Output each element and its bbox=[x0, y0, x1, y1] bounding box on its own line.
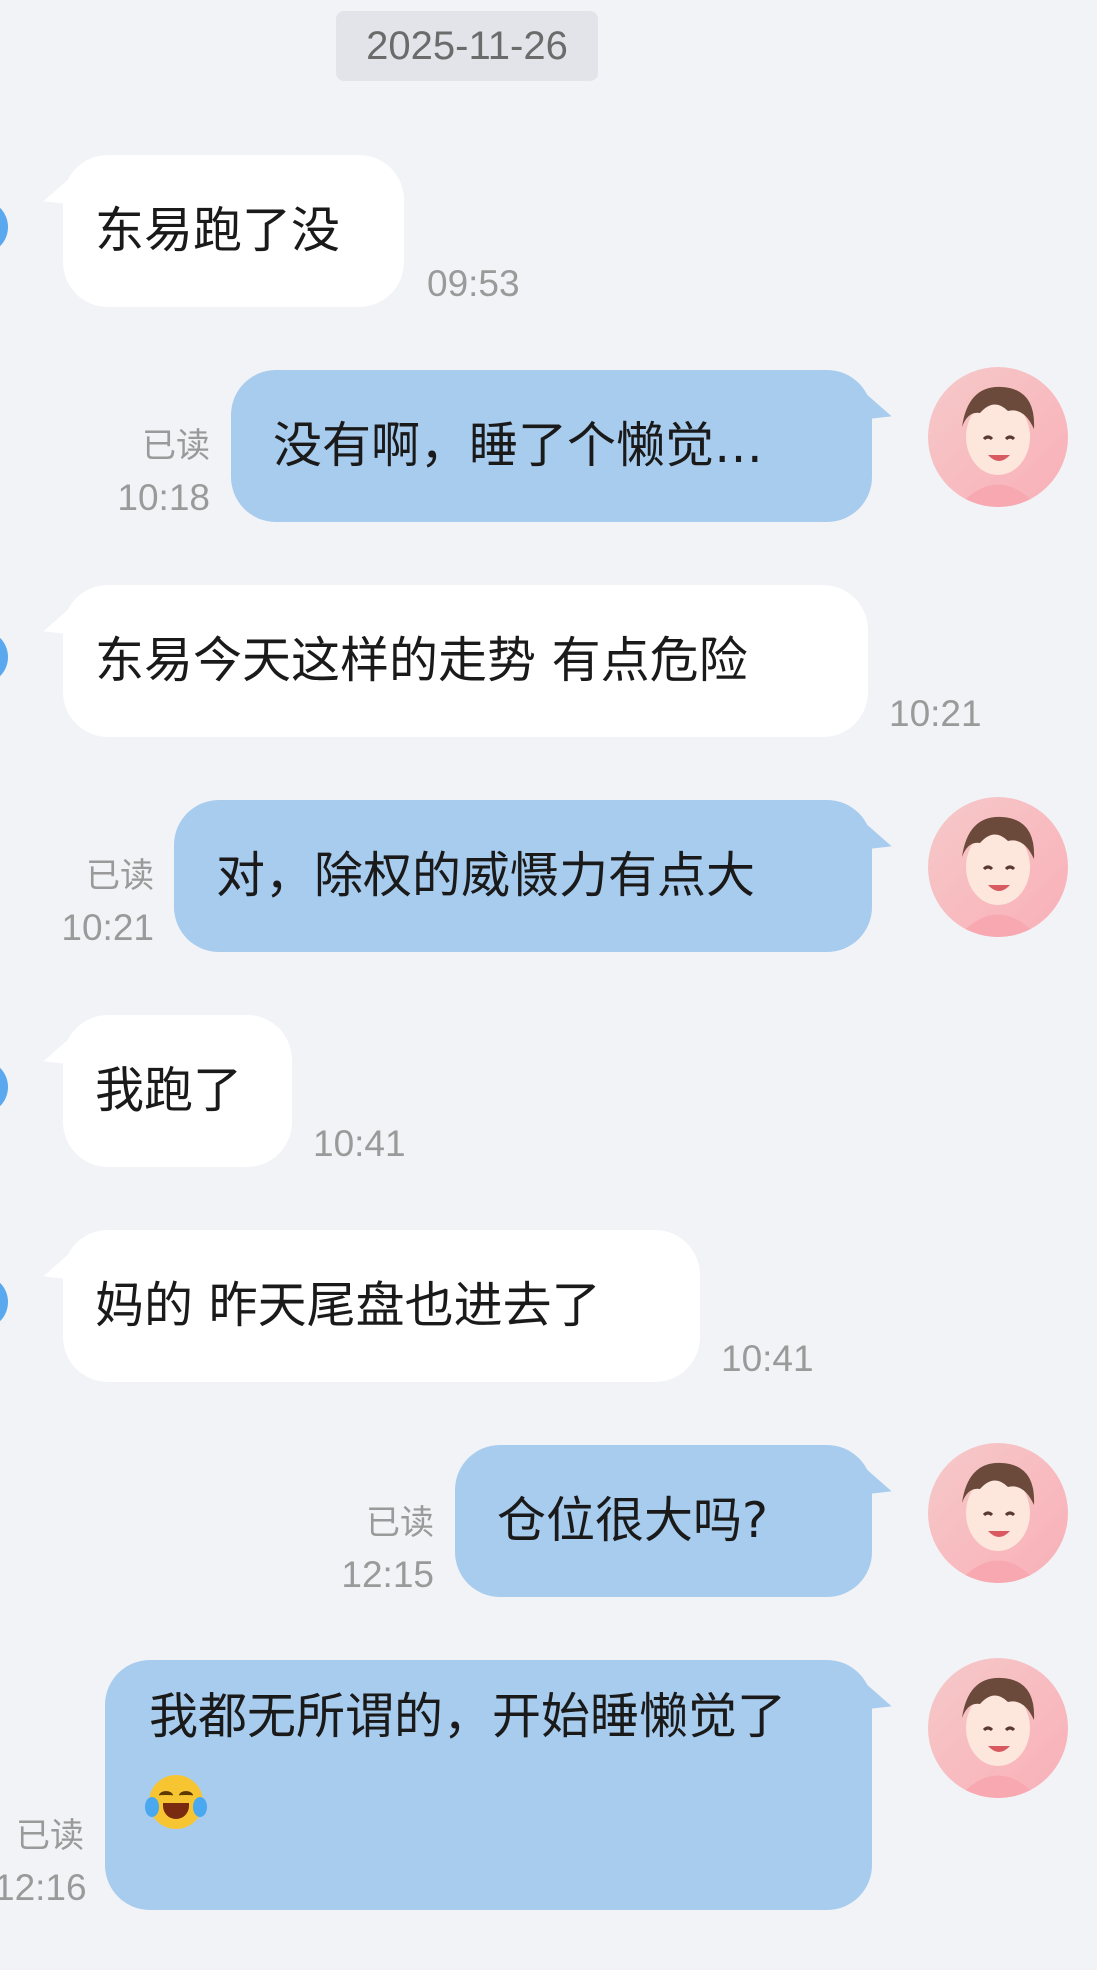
message-bubble-outgoing[interactable]: 我都无所谓的，开始睡懒觉了 bbox=[105, 1660, 872, 1910]
user-avatar[interactable] bbox=[928, 1443, 1068, 1583]
message-time: 12:15 bbox=[341, 1554, 434, 1595]
message-text: 没有啊，睡了个懒觉… bbox=[273, 417, 764, 474]
message-text: 仓位很大吗? bbox=[497, 1492, 769, 1549]
read-receipt: 已读 10:18 bbox=[96, 420, 210, 524]
date-divider: 2025-11-26 bbox=[336, 11, 598, 81]
message-time: 10:41 bbox=[721, 1338, 814, 1379]
read-receipt: 已读 10:21 bbox=[40, 850, 154, 954]
message-text: 东易今天这样的走势 有点危险 bbox=[95, 632, 748, 689]
user-avatar[interactable] bbox=[928, 1658, 1068, 1798]
contact-avatar[interactable] bbox=[0, 1060, 8, 1114]
message-bubble-incoming[interactable]: 妈的 昨天尾盘也进去了 bbox=[63, 1230, 700, 1382]
read-status-label: 已读 bbox=[86, 856, 154, 896]
read-receipt: 已读 12:15 bbox=[320, 1497, 434, 1601]
message-bubble-incoming[interactable]: 我跑了 bbox=[63, 1015, 292, 1167]
message-time: 10:18 bbox=[117, 477, 210, 518]
message-text: 我跑了 bbox=[95, 1062, 243, 1119]
message-time: 10:41 bbox=[313, 1123, 406, 1164]
user-avatar-image bbox=[928, 797, 1068, 937]
message-bubble-incoming[interactable]: 东易跑了没 bbox=[63, 155, 404, 307]
user-avatar-image bbox=[928, 367, 1068, 507]
message-text: 东易跑了没 bbox=[95, 202, 341, 259]
contact-avatar[interactable] bbox=[0, 630, 8, 684]
message-bubble-outgoing[interactable]: 对，除权的威慑力有点大 bbox=[174, 800, 872, 952]
crying-laughing-emoji bbox=[145, 1775, 207, 1829]
read-status-label: 已读 bbox=[142, 426, 210, 466]
read-status-label: 已读 bbox=[16, 1816, 84, 1856]
contact-avatar[interactable] bbox=[0, 200, 8, 254]
read-receipt: 已读 12:16 bbox=[0, 1810, 87, 1914]
message-bubble-outgoing[interactable]: 仓位很大吗? bbox=[455, 1445, 872, 1597]
user-avatar-image bbox=[928, 1443, 1068, 1583]
contact-avatar[interactable] bbox=[0, 1275, 8, 1329]
message-time: 10:21 bbox=[889, 693, 982, 734]
message-bubble-outgoing[interactable]: 没有啊，睡了个懒觉… bbox=[231, 370, 872, 522]
message-time: 10:21 bbox=[61, 907, 154, 948]
user-avatar[interactable] bbox=[928, 797, 1068, 937]
message-time: 12:16 bbox=[0, 1867, 87, 1908]
read-status-label: 已读 bbox=[366, 1503, 434, 1543]
message-bubble-incoming[interactable]: 东易今天这样的走势 有点危险 bbox=[63, 585, 868, 737]
message-text: 对，除权的威慑力有点大 bbox=[216, 847, 756, 904]
user-avatar-image bbox=[928, 1658, 1068, 1798]
message-text: 我都无所谓的，开始睡懒觉了 bbox=[149, 1688, 787, 1745]
message-time: 09:53 bbox=[427, 263, 520, 304]
user-avatar[interactable] bbox=[928, 367, 1068, 507]
message-text: 妈的 昨天尾盘也进去了 bbox=[95, 1277, 601, 1334]
